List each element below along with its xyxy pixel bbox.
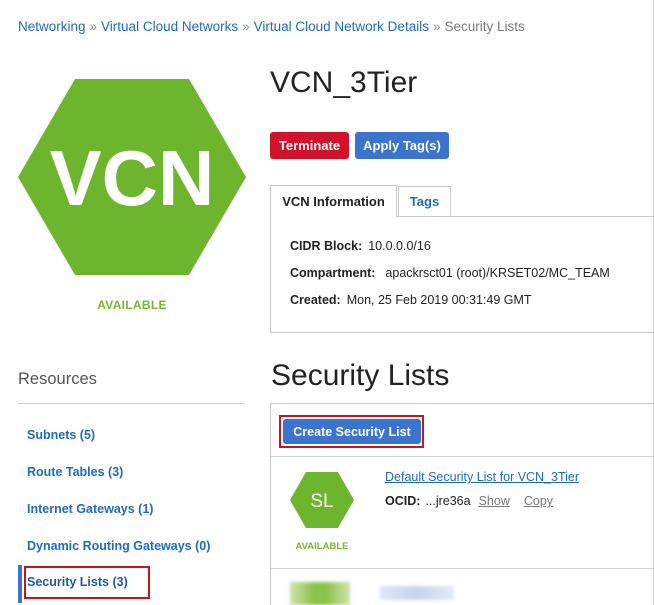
compartment-label: Compartment: xyxy=(290,266,376,280)
breadcrumb-vcn-details[interactable]: Virtual Cloud Network Details xyxy=(254,19,429,34)
terminate-button[interactable]: Terminate xyxy=(270,132,349,159)
created-label: Created: xyxy=(290,293,341,307)
sidebar-item-internet-gateways[interactable]: Internet Gateways (1) xyxy=(27,502,153,516)
security-lists-heading: Security Lists xyxy=(271,359,450,392)
resources-heading: Resources xyxy=(18,370,97,388)
security-list-ocid: OCID: ...jre36a Show Copy xyxy=(385,494,553,508)
breadcrumb-separator: » xyxy=(242,19,250,34)
highlight-box-security-lists xyxy=(24,566,150,599)
compartment-row: Compartment: apackrsct01 (root)/KRSET02/M… xyxy=(290,266,610,280)
ocid-value: ...jre36a xyxy=(425,494,471,508)
created-row: Created: Mon, 25 Feb 2019 00:31:49 GMT xyxy=(290,293,532,307)
tab-vcn-information[interactable]: VCN Information xyxy=(270,185,397,217)
vcn-status-badge: AVAILABLE xyxy=(97,298,167,312)
cidr-block-label: CIDR Block: xyxy=(290,239,363,253)
ocid-label: OCID: xyxy=(385,494,421,508)
cidr-block-value: 10.0.0.0/16 xyxy=(368,239,431,253)
security-list-hexagon-icon: SL xyxy=(290,472,354,528)
compartment-value: apackrsct01 (root)/KRSET02/MC_TEAM xyxy=(385,266,610,280)
vcn-hexagon-icon: VCN xyxy=(18,79,246,275)
blurred-security-list-name xyxy=(380,586,454,600)
tab-tags[interactable]: Tags xyxy=(398,186,451,217)
created-value: Mon, 25 Feb 2019 00:31:49 GMT xyxy=(346,293,532,307)
apply-tags-button[interactable]: Apply Tag(s) xyxy=(355,132,449,159)
list-row-divider xyxy=(270,568,654,569)
highlight-box-create-button xyxy=(279,415,424,448)
sidebar-item-dynamic-routing-gateways[interactable]: Dynamic Routing Gateways (0) xyxy=(27,539,210,553)
sidebar-active-indicator xyxy=(18,565,22,603)
sidebar-item-route-tables[interactable]: Route Tables (3) xyxy=(27,465,123,479)
vcn-information-panel: CIDR Block: 10.0.0.0/16 Compartment: apack… xyxy=(270,216,654,333)
security-list-status-badge: AVAILABLE xyxy=(295,541,349,552)
breadcrumb-separator: » xyxy=(89,19,98,34)
cidr-block-row: CIDR Block: 10.0.0.0/16 xyxy=(290,239,431,253)
resources-divider xyxy=(18,403,245,404)
breadcrumb-separator: » xyxy=(432,19,441,34)
security-list-name-link[interactable]: Default Security List for VCN_3Tier xyxy=(385,470,579,484)
breadcrumb-current: Security Lists xyxy=(444,19,525,34)
ocid-copy-link[interactable]: Copy xyxy=(524,494,553,508)
breadcrumb: Networking» Virtual Cloud Networks» Virtua… xyxy=(18,19,525,34)
breadcrumb-networking[interactable]: Networking xyxy=(18,19,86,34)
sidebar-item-subnets[interactable]: Subnets (5) xyxy=(27,428,95,442)
vcn-icon-text: VCN xyxy=(50,134,215,222)
security-list-icon-text: SL xyxy=(310,491,333,512)
blurred-security-list-icon xyxy=(290,582,350,605)
toolbar-divider xyxy=(270,456,654,457)
breadcrumb-virtual-cloud-networks[interactable]: Virtual Cloud Networks xyxy=(101,19,238,34)
page-title: VCN_3Tier xyxy=(270,66,418,99)
ocid-show-link[interactable]: Show xyxy=(479,494,510,508)
